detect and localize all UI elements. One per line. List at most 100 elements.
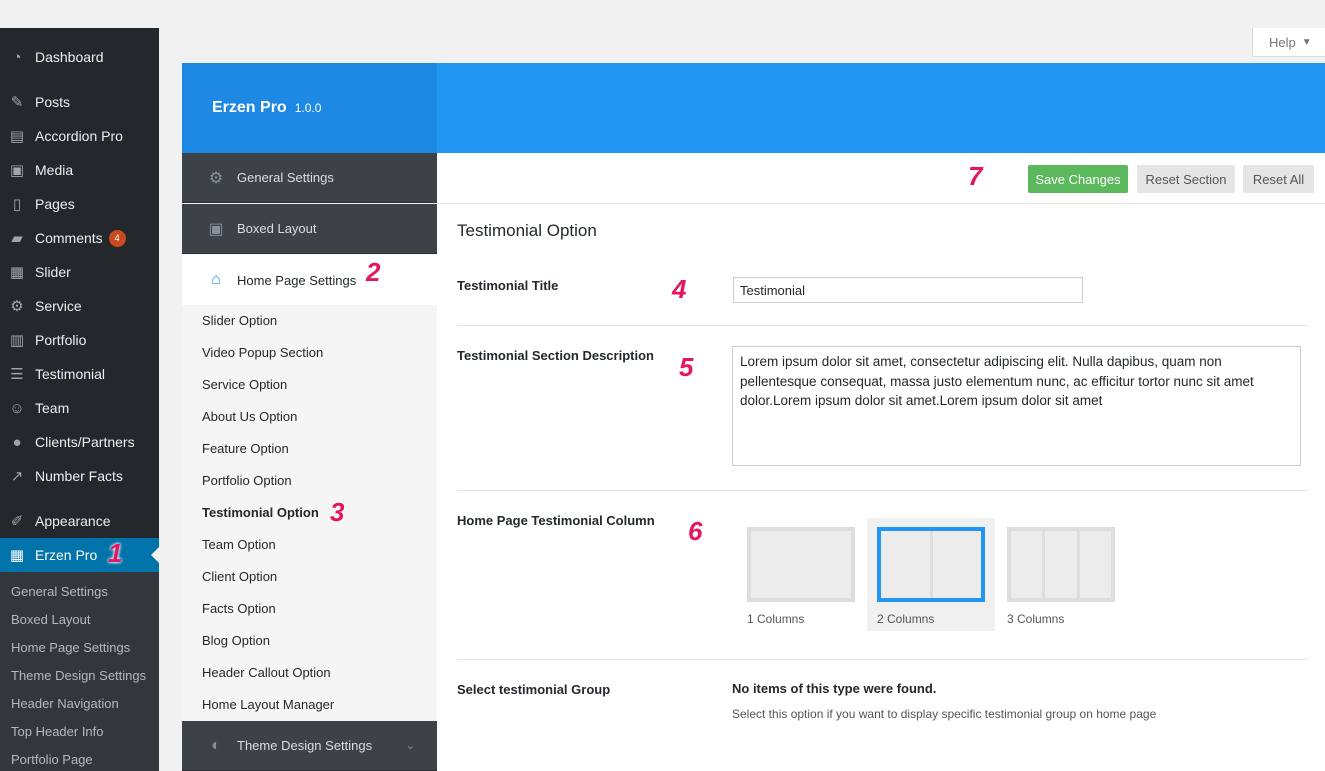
menu-service[interactable]: ⚙ Service xyxy=(0,289,159,323)
nav-sub-about-us-option[interactable]: About Us Option xyxy=(202,401,297,433)
nav-sub-feature-option[interactable]: Feature Option xyxy=(202,433,289,465)
chevron-down-icon: ⌄ xyxy=(405,740,415,752)
step-marker-6: 6 xyxy=(688,516,703,546)
caret-down-icon: ▼ xyxy=(1301,36,1312,48)
column-option-2[interactable]: 2 Columns xyxy=(867,518,995,631)
chart-line-icon: ↗ xyxy=(10,468,24,485)
nav-sub-service-option[interactable]: Service Option xyxy=(202,369,287,401)
menu-portfolio[interactable]: ▥ Portfolio xyxy=(0,323,159,357)
column-option-3[interactable]: 3 Columns xyxy=(997,518,1125,631)
submenu-home-page-settings[interactable]: Home Page Settings xyxy=(0,634,159,662)
menu-clients-partners[interactable]: ● Clients/Partners xyxy=(0,425,159,459)
nav-home-page-settings[interactable]: ⌂ Home Page Settings xyxy=(182,255,437,305)
menu-dashboard[interactable]: ◔ Dashboard xyxy=(0,40,159,74)
help-tab[interactable]: Help ▼ xyxy=(1252,28,1325,57)
submenu-top-header-info[interactable]: Top Header Info xyxy=(0,718,159,746)
description-label: Testimonial Section Description xyxy=(457,348,654,363)
comment-icon: ▰ xyxy=(11,230,23,247)
divider xyxy=(457,659,1308,660)
menu-posts[interactable]: ✎ Posts xyxy=(0,85,159,119)
submenu-theme-design-settings[interactable]: Theme Design Settings xyxy=(0,662,159,690)
menu-testimonial[interactable]: ☰ Testimonial xyxy=(0,357,159,391)
menu-erzen-pro[interactable]: ▦ Erzen Pro xyxy=(0,538,159,572)
testimonial-title-label: Testimonial Title xyxy=(457,278,559,293)
options-panel: Erzen Pro 1.0.0 ⚙ General Settings ▣ Boxed… xyxy=(182,63,1325,771)
gear-icon: ⚙ xyxy=(208,169,224,187)
accordion-icon: ▤ xyxy=(9,128,25,145)
menu-team[interactable]: ☺ Team xyxy=(0,391,159,425)
contrast-icon: ◐ xyxy=(211,736,221,754)
divider xyxy=(457,490,1308,491)
dashboard-icon: ◔ xyxy=(12,48,22,66)
pages-icon: ▯ xyxy=(12,196,22,213)
brand-name: Erzen Pro xyxy=(212,99,287,116)
nav-sub-team-option[interactable]: Team Option xyxy=(202,529,276,561)
nav-sub-client-option[interactable]: Client Option xyxy=(202,561,277,593)
nav-sub-portfolio-option[interactable]: Portfolio Option xyxy=(202,465,292,497)
nav-theme-design-settings[interactable]: ◐ Theme Design Settings ⌄ xyxy=(182,721,437,771)
menu-appearance[interactable]: ✐ Appearance xyxy=(0,504,159,538)
submenu-header-navigation[interactable]: Header Navigation xyxy=(0,690,159,718)
list-icon: ☰ xyxy=(10,366,24,383)
divider xyxy=(457,325,1308,326)
pin-icon: ✎ xyxy=(10,94,24,111)
step-marker-3: 3 xyxy=(330,497,345,527)
slider-icon: ▦ xyxy=(9,264,25,281)
column-option-label: 1 Columns xyxy=(747,612,805,626)
save-changes-button[interactable]: Save Changes xyxy=(1028,165,1128,193)
nav-sub-facts-option[interactable]: Facts Option xyxy=(202,593,276,625)
menu-comments[interactable]: ▰ Comments 4 xyxy=(0,221,159,255)
three-column-layout-icon xyxy=(1007,527,1115,602)
nav-sub-video-popup-section[interactable]: Video Popup Section xyxy=(202,337,323,369)
panel-nav: ⚙ General Settings ▣ Boxed Layout ⌂ Home Pa… xyxy=(182,153,437,771)
submenu-boxed-layout[interactable]: Boxed Layout xyxy=(0,606,159,634)
step-marker-5: 5 xyxy=(679,352,694,382)
comment-count-badge: 4 xyxy=(108,229,126,247)
brand-version: 1.0.0 xyxy=(294,101,322,115)
reset-all-button[interactable]: Reset All xyxy=(1243,165,1314,193)
column-option-label: 3 Columns xyxy=(1007,612,1065,626)
two-column-layout-icon xyxy=(877,527,985,602)
group-empty-message: No items of this type were found. xyxy=(732,681,937,696)
nav-sub-slider-option[interactable]: Slider Option xyxy=(202,305,277,337)
nav-general-settings[interactable]: ⚙ General Settings xyxy=(182,153,437,203)
menu-slider[interactable]: ▦ Slider xyxy=(0,255,159,289)
submenu-portfolio-page[interactable]: Portfolio Page xyxy=(0,746,159,771)
brand: Erzen Pro 1.0.0 xyxy=(182,63,437,153)
group-description: Select this option if you want to displa… xyxy=(732,707,1157,721)
gear-icon: ⚙ xyxy=(10,298,24,315)
step-marker-4: 4 xyxy=(672,274,687,304)
media-icon: ▣ xyxy=(9,162,25,179)
toolbar: 7 Save Changes Reset Section Reset All xyxy=(437,153,1325,204)
nav-sub-testimonial-option[interactable]: Testimonial Option xyxy=(202,497,319,529)
description-textarea[interactable]: Lorem ipsum dolor sit amet, consectetur … xyxy=(732,346,1301,466)
menu-pages[interactable]: ▯ Pages xyxy=(0,187,159,221)
brush-icon: ✐ xyxy=(10,513,24,530)
step-marker-7: 7 xyxy=(968,161,983,191)
boxed-layout-icon: ▣ xyxy=(208,220,224,238)
step-marker-2: 2 xyxy=(366,257,381,287)
column-option-1[interactable]: 1 Columns xyxy=(737,518,865,631)
user-icon: ● xyxy=(12,433,22,451)
portfolio-icon: ▥ xyxy=(9,332,25,349)
group-label: Select testimonial Group xyxy=(457,682,611,697)
panel-header: Erzen Pro 1.0.0 xyxy=(182,63,1325,153)
menu-number-facts[interactable]: ↗ Number Facts xyxy=(0,459,159,493)
column-label: Home Page Testimonial Column xyxy=(457,513,655,528)
column-option-label: 2 Columns xyxy=(877,612,935,626)
nav-sub-blog-option[interactable]: Blog Option xyxy=(202,625,270,657)
reset-section-button[interactable]: Reset Section xyxy=(1137,165,1235,193)
submenu-general-settings[interactable]: General Settings xyxy=(0,578,159,606)
nav-sub-home-layout-manager[interactable]: Home Layout Manager xyxy=(202,689,334,721)
home-icon: ⌂ xyxy=(211,271,221,288)
team-icon: ☺ xyxy=(9,399,25,417)
menu-media[interactable]: ▣ Media xyxy=(0,153,159,187)
section-title: Testimonial Option xyxy=(457,221,597,240)
nav-sub-header-callout-option[interactable]: Header Callout Option xyxy=(202,657,331,689)
menu-accordion-pro[interactable]: ▤ Accordion Pro xyxy=(0,119,159,153)
table-icon: ▦ xyxy=(9,547,25,564)
nav-boxed-layout[interactable]: ▣ Boxed Layout xyxy=(182,204,437,254)
testimonial-title-input[interactable] xyxy=(733,277,1083,303)
step-marker-1: 1 xyxy=(108,538,123,568)
one-column-layout-icon xyxy=(747,527,855,602)
